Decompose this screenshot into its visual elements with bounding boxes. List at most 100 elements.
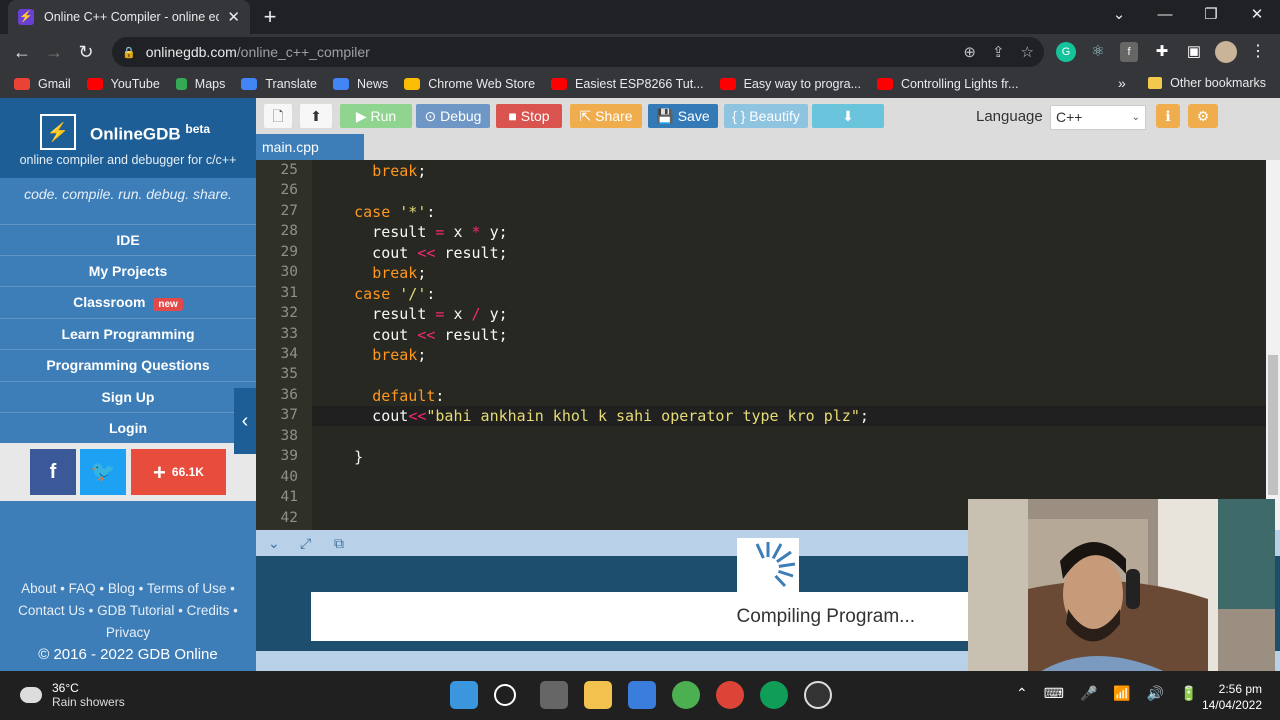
run-button[interactable]: ▶ Run <box>340 104 412 128</box>
nav-login[interactable]: Login <box>0 412 256 443</box>
nav-my-projects[interactable]: My Projects <box>0 255 256 286</box>
share-plus-button[interactable]: +66.1K <box>131 449 226 495</box>
new-file-icon[interactable]: 🗋 <box>264 104 292 128</box>
wifi-icon[interactable]: 📶 <box>1113 685 1130 702</box>
obs-icon[interactable] <box>804 681 832 709</box>
weather-widget[interactable]: 36°C Rain showers <box>20 681 125 709</box>
twitter-icon[interactable]: 🐦 <box>80 449 126 495</box>
footer-links-3[interactable]: Privacy <box>0 622 256 644</box>
browser-toolbar: ← → ↻ 🔒 onlinegdb.com/online_c++_compile… <box>0 34 1280 70</box>
beautify-button[interactable]: { } Beautify <box>724 104 808 128</box>
youtube-icon <box>551 78 568 90</box>
settings-gear-icon[interactable]: ⚙ <box>1188 104 1218 128</box>
collapse-sidebar-chevron-icon[interactable]: ‹ <box>234 388 256 454</box>
nav-ide[interactable]: IDE <box>0 224 256 255</box>
reload-icon[interactable]: ↻ <box>72 38 100 66</box>
youtube-icon <box>719 78 736 90</box>
expand-icon[interactable]: ⤢ <box>300 535 311 552</box>
download-icon[interactable]: ⬇ <box>812 104 884 128</box>
line-number: 25 <box>280 162 298 178</box>
microsoft-store-icon[interactable] <box>628 681 656 709</box>
restore-button[interactable]: ❐ <box>1188 0 1234 30</box>
chevron-up-icon[interactable]: ⌃ <box>1016 685 1028 702</box>
tab-search-icon[interactable]: ⌄ <box>1096 0 1142 30</box>
keyboard-icon[interactable]: ⌨ <box>1044 685 1064 702</box>
file-explorer-icon[interactable] <box>584 681 612 709</box>
search-icon[interactable] <box>494 684 516 706</box>
tagline: code. compile. run. debug. share. <box>24 186 232 202</box>
bookmark-controlling-lights[interactable]: Controlling Lights fr... <box>877 77 1018 91</box>
folder-icon <box>1148 77 1163 89</box>
nav-learn-programming[interactable]: Learn Programming <box>0 318 256 349</box>
sidebar: ⚡ OnlineGDB beta online compiler and deb… <box>0 98 256 671</box>
stop-label: Stop <box>520 108 550 124</box>
minimize-button[interactable]: — <box>1142 0 1188 30</box>
url-host: onlinegdb.com <box>145 44 237 60</box>
bookmark-youtube[interactable]: YouTube <box>86 77 160 91</box>
address-bar[interactable]: 🔒 onlinegdb.com/online_c++_compiler ⊕ ⇪ … <box>112 37 1044 67</box>
collapse-output-chevron-icon[interactable]: ⌄ <box>268 535 280 552</box>
nav-sign-up[interactable]: Sign Up <box>0 381 256 412</box>
bookmark-gmail[interactable]: Gmail <box>14 77 71 91</box>
youtube-icon <box>86 78 103 90</box>
bookmark-esp8266[interactable]: Easiest ESP8266 Tut... <box>551 77 704 91</box>
copy-icon[interactable]: ⧉ <box>334 535 344 552</box>
bookmark-translate[interactable]: Translate <box>241 77 317 91</box>
info-icon[interactable]: ℹ <box>1156 104 1180 128</box>
volume-icon[interactable]: 🔊 <box>1147 685 1164 702</box>
forward-icon[interactable]: → <box>40 38 68 66</box>
footer-links-2[interactable]: Contact Us • GDB Tutorial • Credits • <box>0 600 256 622</box>
bookmark-star-icon[interactable]: ☆ <box>1021 43 1034 61</box>
side-panel-icon[interactable]: ▣ <box>1184 42 1204 62</box>
other-bookmarks[interactable]: Other bookmarks <box>1148 76 1266 90</box>
bookmark-label: Easiest ESP8266 Tut... <box>575 77 704 91</box>
file-tab-main-cpp[interactable]: main.cpp <box>256 134 364 160</box>
nav-classroom[interactable]: Classroom new <box>0 286 256 317</box>
rain-cloud-icon <box>20 687 42 703</box>
lock-icon: 🔒 <box>122 46 136 59</box>
save-button[interactable]: 💾 Save <box>648 104 718 128</box>
clock[interactable]: 2:56 pm 14/04/2022 <box>1200 681 1262 713</box>
extension-f-icon[interactable]: f <box>1120 42 1138 62</box>
microphone-icon[interactable]: 🎤 <box>1080 685 1097 702</box>
windows-start-icon[interactable] <box>450 681 478 709</box>
scrollbar-thumb[interactable] <box>1268 355 1278 495</box>
date: 14/04/2022 <box>1201 698 1262 712</box>
bookmark-webstore[interactable]: Chrome Web Store <box>404 77 535 91</box>
bookmark-news[interactable]: News <box>333 77 388 91</box>
battery-icon[interactable]: 🔋 <box>1180 685 1197 702</box>
facebook-icon[interactable]: f <box>30 449 76 495</box>
browser-tab[interactable]: ⚡ Online C++ Compiler - online ed ✕ <box>8 0 250 34</box>
share-page-icon[interactable]: ⇪ <box>992 43 1005 61</box>
back-icon[interactable]: ← <box>8 38 36 66</box>
nav-programming-questions[interactable]: Programming Questions <box>0 349 256 380</box>
windows-taskbar: 36°C Rain showers ⌃ ⌨ 🎤 📶 🔊 🔋 2:56 pm 14/… <box>0 671 1280 720</box>
nav-classroom-label: Classroom <box>73 294 146 310</box>
bookmark-easy-way[interactable]: Easy way to progra... <box>719 77 861 91</box>
react-devtools-icon[interactable]: ⚛ <box>1088 42 1108 62</box>
zoom-icon[interactable]: ⊕ <box>963 43 976 61</box>
share-button[interactable]: ⇱ Share <box>570 104 642 128</box>
debug-button[interactable]: ⊙ Debug <box>416 104 490 128</box>
chrome-profile-icon[interactable] <box>716 681 744 709</box>
code-editor[interactable]: 25 26 27 28 29 30 31 32 33 34 35 36 37 3… <box>256 160 1280 530</box>
close-window-button[interactable]: ✕ <box>1234 0 1280 30</box>
stop-button[interactable]: ■ Stop <box>496 104 562 128</box>
chrome-icon[interactable] <box>672 681 700 709</box>
footer-links-1[interactable]: About • FAQ • Blog • Terms of Use • <box>0 578 256 600</box>
bookmark-maps[interactable]: Maps <box>175 77 225 91</box>
chrome-canary-icon[interactable] <box>760 681 788 709</box>
upload-icon[interactable]: ⬆ <box>300 104 332 128</box>
extensions-puzzle-icon[interactable]: ✚ <box>1152 42 1172 62</box>
new-tab-button[interactable]: + <box>258 4 282 30</box>
brand-logo[interactable]: ⚡ OnlineGDB beta online compiler and deb… <box>0 98 256 178</box>
code-line: cout<<"bahi ankhain khol k sahi operator… <box>318 407 869 425</box>
grammarly-icon[interactable]: G <box>1056 42 1076 62</box>
close-tab-icon[interactable]: ✕ <box>227 8 240 26</box>
maps-icon <box>175 78 187 90</box>
task-view-icon[interactable] <box>540 681 568 709</box>
menu-kebab-icon[interactable]: ⋮ <box>1248 42 1268 62</box>
language-select[interactable]: C++ ⌄ <box>1050 105 1146 130</box>
profile-avatar[interactable] <box>1215 41 1237 63</box>
more-bookmarks-chevron-icon[interactable]: » <box>1118 75 1126 91</box>
